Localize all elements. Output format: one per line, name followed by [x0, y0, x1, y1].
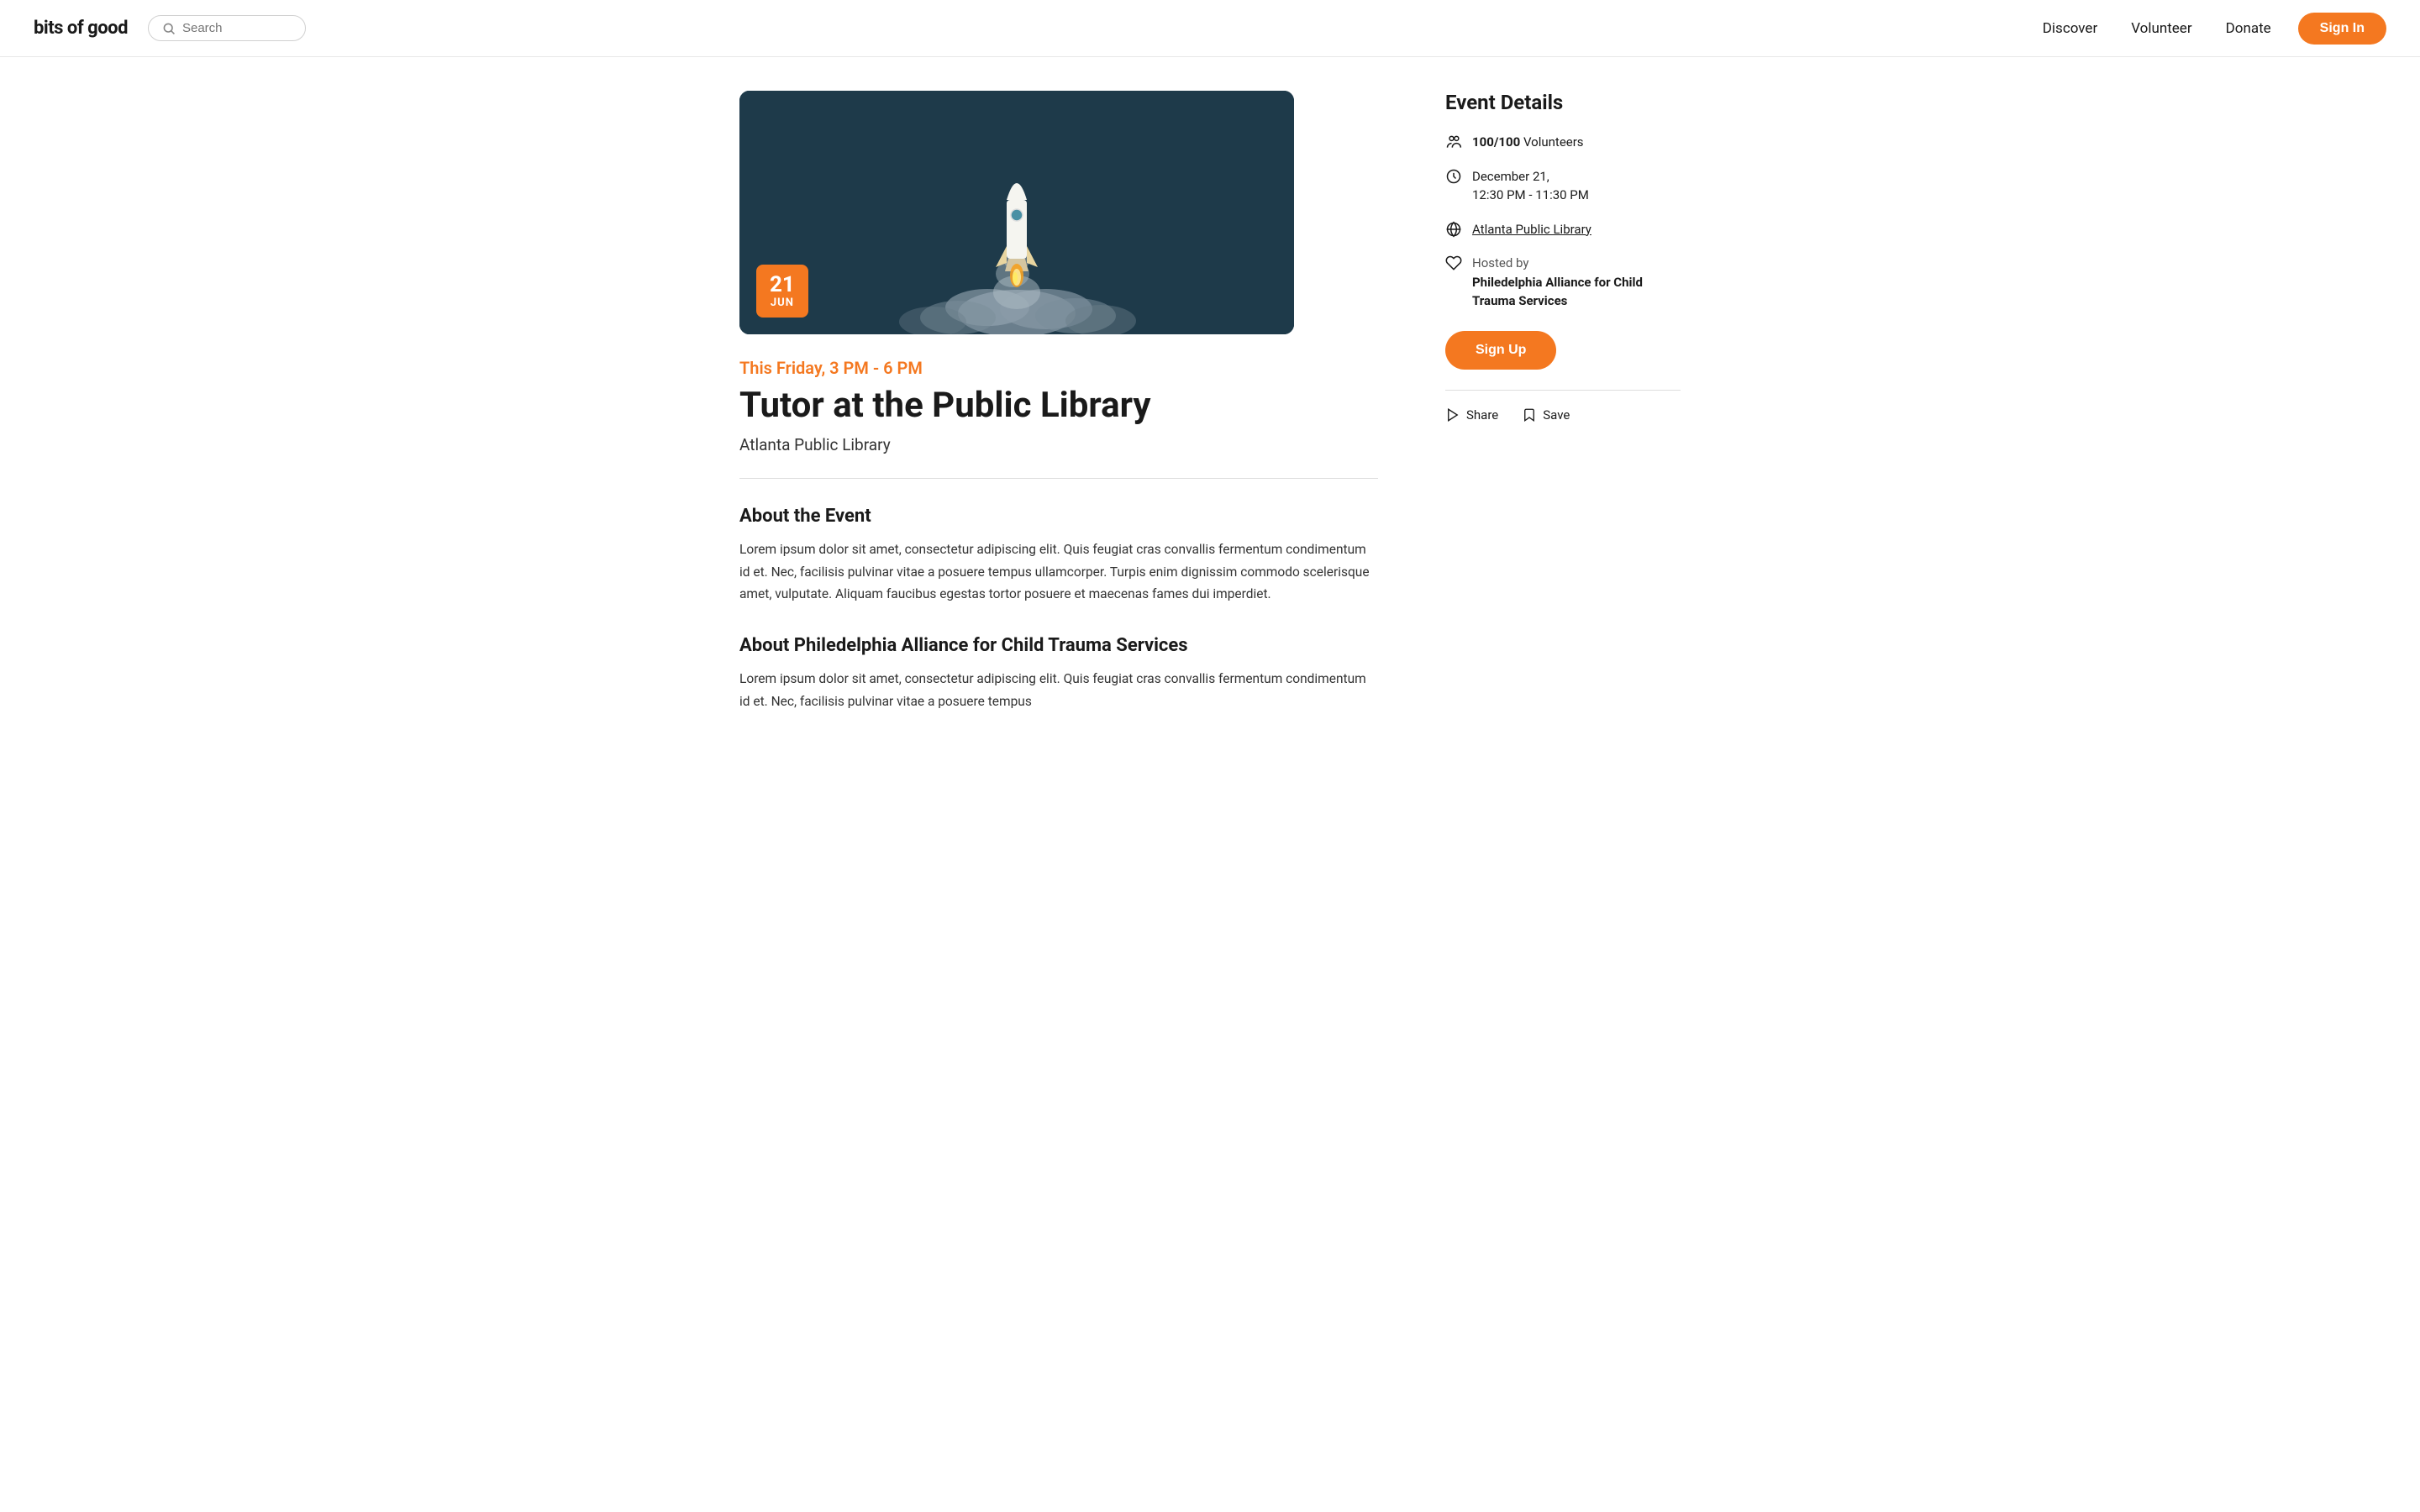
date-day: 21 — [770, 273, 795, 297]
sidebar-actions: Share Save — [1445, 407, 1681, 423]
section-divider — [739, 478, 1378, 479]
event-time-range: 12:30 PM - 11:30 PM — [1472, 187, 1589, 202]
event-content: 21 JUN This Friday, 3 PM - 6 PM Tutor at… — [739, 91, 1378, 743]
search-bar[interactable] — [148, 15, 306, 41]
datetime-text: December 21, 12:30 PM - 11:30 PM — [1472, 167, 1589, 205]
venue-link[interactable]: Atlanta Public Library — [1472, 222, 1591, 237]
host-text: Hosted by Philedelphia Alliance for Chil… — [1472, 254, 1681, 311]
hero-bg — [739, 91, 1294, 334]
share-button[interactable]: Share — [1445, 407, 1498, 423]
nav-link-discover[interactable]: Discover — [2043, 20, 2097, 37]
save-button[interactable]: Save — [1522, 407, 1570, 423]
sidebar-title: Event Details — [1445, 91, 1681, 114]
host-row: Hosted by Philedelphia Alliance for Chil… — [1445, 254, 1681, 311]
save-label: Save — [1543, 407, 1570, 423]
date-badge: 21 JUN — [756, 265, 808, 318]
signup-button[interactable]: Sign Up — [1445, 331, 1556, 370]
rocket-illustration — [739, 91, 1294, 334]
venue-text[interactable]: Atlanta Public Library — [1472, 220, 1591, 239]
date-month: JUN — [770, 297, 795, 309]
about-event-text: Lorem ipsum dolor sit amet, consectetur … — [739, 538, 1378, 605]
volunteers-icon — [1445, 134, 1462, 150]
site-logo[interactable]: bits of good — [34, 18, 128, 39]
search-icon — [162, 22, 176, 35]
hosted-by-label: Hosted by — [1472, 255, 1528, 270]
about-org-text: Lorem ipsum dolor sit amet, consectetur … — [739, 668, 1378, 712]
signin-button[interactable]: Sign In — [2298, 13, 2386, 45]
event-time: This Friday, 3 PM - 6 PM — [739, 358, 1378, 378]
share-icon — [1445, 407, 1460, 423]
sidebar-divider — [1445, 390, 1681, 391]
org-name: Philedelphia Alliance for Child Trauma S… — [1472, 275, 1643, 309]
event-date: December 21, — [1472, 169, 1549, 184]
main-content: 21 JUN This Friday, 3 PM - 6 PM Tutor at… — [706, 57, 1714, 793]
hero-image: 21 JUN — [739, 91, 1294, 334]
search-input[interactable] — [182, 21, 292, 35]
clock-icon — [1445, 168, 1462, 185]
nav-link-volunteer[interactable]: Volunteer — [2131, 20, 2191, 37]
datetime-row: December 21, 12:30 PM - 11:30 PM — [1445, 167, 1681, 205]
navbar: bits of good Discover Volunteer Donate S… — [0, 0, 2420, 57]
event-sidebar: Event Details 100/100 Volunteers Decembe… — [1445, 91, 1681, 743]
share-label: Share — [1466, 407, 1498, 423]
event-location: Atlanta Public Library — [739, 435, 1378, 454]
location-icon — [1445, 221, 1462, 238]
nav-links: Discover Volunteer Donate — [2043, 20, 2271, 37]
about-event-heading: About the Event — [739, 506, 1378, 527]
event-title: Tutor at the Public Library — [739, 386, 1378, 425]
bookmark-icon — [1522, 407, 1537, 423]
venue-row: Atlanta Public Library — [1445, 220, 1681, 239]
heart-icon — [1445, 255, 1462, 271]
volunteers-label: Volunteers — [1523, 134, 1584, 150]
volunteers-row: 100/100 Volunteers — [1445, 133, 1681, 152]
about-org-heading: About Philedelphia Alliance for Child Tr… — [739, 635, 1378, 656]
volunteers-count: 100/100 — [1472, 134, 1520, 150]
nav-link-donate[interactable]: Donate — [2226, 20, 2271, 37]
volunteers-text: 100/100 Volunteers — [1472, 133, 1584, 152]
